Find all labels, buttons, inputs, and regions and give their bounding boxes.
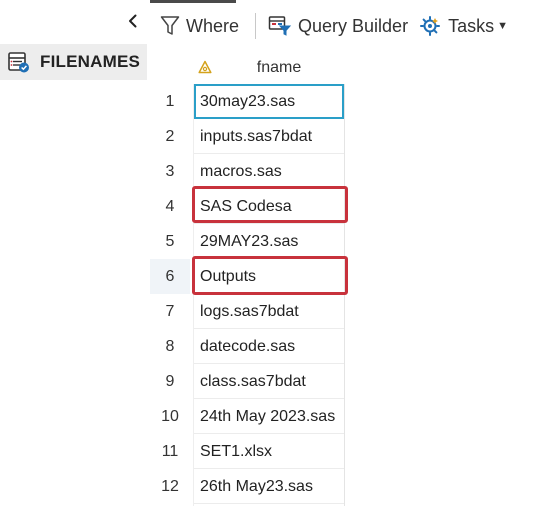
query-builder-icon [268,16,292,36]
row-number: 8 [165,338,175,355]
tasks-label: Tasks [448,15,495,36]
cell-fname[interactable]: logs.sas7bdat [194,294,344,329]
data-grid: fname 1 30may23.sas 2 inputs.sas7bdat 3 … [150,52,556,520]
table-row: 8 datecode.sas [150,329,350,364]
table-row: 3 macros.sas [150,154,350,189]
column-header-label: fname [256,59,302,76]
table-icon [8,52,29,73]
toolbar: Where Query Builder Tasks ▼ [150,0,556,52]
toolbar-separator [255,13,257,39]
cell-fname[interactable]: inputs.sas7bdat [194,119,344,154]
chevron-left-icon [129,14,137,28]
table-row: 11 SET1.xlsx [150,434,350,469]
table-row: 4 SAS Codesa [150,189,350,224]
table-row: 1 30may23.sas [150,84,350,119]
cell-fname[interactable]: 29MAY23.sas [194,224,344,259]
filter-icon [160,16,180,35]
left-panel: FILENAMES [0,0,150,520]
table-name: FILENAMES [40,52,141,71]
table-row: 7 logs.sas7bdat [150,294,350,329]
row-number: 6 [150,259,190,294]
row-number: 3 [165,163,175,180]
query-builder-button[interactable]: Query Builder [268,10,408,42]
column-header-fname[interactable]: fname [194,52,344,84]
column-divider [344,84,345,506]
row-number: 7 [165,303,175,320]
row-number: 10 [161,408,179,425]
cell-fname[interactable]: macros.sas [194,154,344,189]
cell-fname[interactable]: Outputs [194,259,344,294]
row-number: 12 [161,478,179,495]
row-number: 2 [165,128,175,145]
cell-fname[interactable]: class.sas7bdat [194,364,344,399]
cell-fname[interactable]: 30may23.sas [194,84,344,119]
where-label: Where [186,15,240,36]
row-number: 9 [165,373,175,390]
table-row: 6 Outputs [150,259,350,294]
cell-fname[interactable]: 24th May 2023.sas [194,399,344,434]
table-row: 10 24th May 2023.sas [150,399,350,434]
page: FILENAMES Where Query Builder Tasks ▼ fn… [0,0,556,520]
cell-fname[interactable]: SAS Codesa [194,189,344,224]
row-number: 11 [161,443,179,460]
caret-down-icon: ▼ [497,20,508,32]
table-row: 5 29MAY23.sas [150,224,350,259]
cell-fname[interactable]: 26th May23.sas [194,469,344,504]
row-number: 5 [165,233,175,250]
tasks-icon [420,16,441,36]
collapse-panel-button[interactable] [124,10,142,32]
table-item-filenames[interactable]: FILENAMES [0,44,147,80]
query-builder-label: Query Builder [298,15,409,36]
table-row: 12 26th May23.sas [150,469,350,504]
tasks-menu-button[interactable]: Tasks ▼ [420,10,508,42]
cell-fname[interactable]: SET1.xlsx [194,434,344,469]
table-row: 2 inputs.sas7bdat [150,119,350,154]
row-number: 1 [165,93,175,110]
where-button[interactable]: Where [160,10,239,42]
cell-fname[interactable]: datecode.sas [194,329,344,364]
table-row: 9 class.sas7bdat [150,364,350,399]
row-number: 4 [165,198,175,215]
